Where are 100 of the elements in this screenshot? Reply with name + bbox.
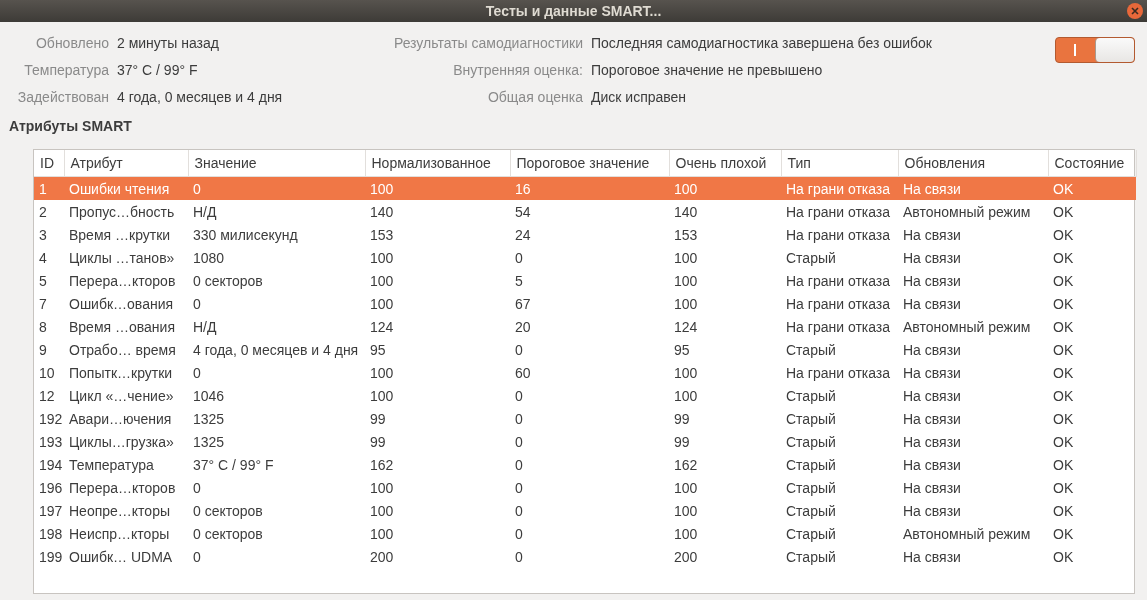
table-cell-text: Старый <box>785 478 837 498</box>
table-cell-text: 0 секторов <box>192 501 264 521</box>
table-cell-text: OK <box>1052 547 1075 567</box>
info-label: Температура <box>23 62 109 79</box>
table-cell: Автономный режим <box>898 200 1048 223</box>
table-cell-text: 5 <box>38 271 48 291</box>
column-header[interactable]: Пороговое значение <box>510 150 669 177</box>
table-cell-text: 0 <box>514 386 524 406</box>
table-cell-text: На связи <box>902 455 962 475</box>
table-cell-text: 99 <box>369 409 387 429</box>
column-header[interactable]: ID <box>34 150 64 177</box>
table-cell-text: 124 <box>369 317 395 337</box>
column-header[interactable]: Атрибут <box>64 150 188 177</box>
table-row[interactable]: 192 Авари…ючения 1325 99 0 99 Старый На связи OK <box>34 407 1136 430</box>
close-button[interactable] <box>1127 3 1143 19</box>
table-row[interactable]: 5 Перера…кторов 0 секторов 100 5 100 На грани отказа На связи OK <box>34 269 1136 292</box>
table-cell-text: 100 <box>673 501 699 521</box>
table-cell: Н/Д <box>188 200 365 223</box>
toggle-switch[interactable] <box>1055 37 1135 63</box>
table-cell-text: 198 <box>38 524 64 544</box>
table-cell-text: На грани отказа <box>785 225 892 245</box>
table-cell: 100 <box>365 176 510 200</box>
table-row[interactable]: 193 Циклы…грузка» 1325 99 0 99 Старый На связи OK <box>34 430 1136 453</box>
table-cell-text: Старый <box>785 547 837 567</box>
table-cell-text: Н/Д <box>192 317 218 337</box>
table-row[interactable]: 3 Время …крутки 330 милисекунд 153 24 153 На грани отказа На связи OK <box>34 223 1136 246</box>
info-label: Обновлено <box>35 35 109 52</box>
table-cell: На грани отказа <box>781 176 898 200</box>
table-cell-text: 100 <box>673 478 699 498</box>
table-row[interactable]: 7 Ошибк…ования 0 100 67 100 На грани отказа На связи OK <box>34 292 1136 315</box>
table-cell: На связи <box>898 176 1048 200</box>
table-cell-text: 1046 <box>192 386 226 406</box>
info-label: Результаты самодиагностики <box>392 35 583 52</box>
table-cell-text: На связи <box>902 363 962 383</box>
table-row[interactable]: 194 Температура 37° C / 99° F 162 0 162 Старый На связи OK <box>34 453 1136 476</box>
table-cell: 0 <box>188 176 365 200</box>
table-cell-text: 193 <box>38 432 64 452</box>
table-cell: Пропус…бность <box>64 200 188 223</box>
table-cell-text: 196 <box>38 478 64 498</box>
column-header[interactable]: Нормализованное <box>365 150 510 177</box>
table-row[interactable]: 10 Попытк…крутки 0 100 60 100 На грани отказа На связи OK <box>34 361 1136 384</box>
table-row[interactable]: 12 Цикл «…чение» 1046 100 0 100 Старый На связи OK <box>34 384 1136 407</box>
table-cell-text: Старый <box>785 455 837 475</box>
table-cell-text: 99 <box>673 432 691 452</box>
table-cell-text: Неиспр…кторы <box>68 524 171 544</box>
table-row[interactable]: 9 Отрабо… время 4 года, 0 месяцев и 4 дня 95 0 95 Старый На связи OK <box>34 338 1136 361</box>
table-cell-text: 100 <box>369 294 395 314</box>
table-cell-text: Цикл «…чение» <box>68 386 175 406</box>
table-cell-text: Ошибк… UDMA <box>68 547 174 567</box>
column-header[interactable]: Обновления <box>898 150 1048 177</box>
info-label: Задействован <box>16 89 109 106</box>
table-cell-text: На связи <box>902 432 962 452</box>
info-label: Внутренняя оценка: <box>452 62 583 79</box>
table-cell-text: Старый <box>785 501 837 521</box>
table-cell-text: 12 <box>38 386 56 406</box>
table-cell-text: 100 <box>369 271 395 291</box>
table-cell-text: 37° C / 99° F <box>192 455 275 475</box>
info-label: Общая оценка <box>486 89 583 106</box>
table-cell-text: OK <box>1052 524 1075 544</box>
table-cell-text: 0 <box>192 294 202 314</box>
section-title: Атрибуты SMART <box>8 117 133 136</box>
table-cell-text: Старый <box>785 432 837 452</box>
table-row[interactable]: 8 Время …ования Н/Д 124 20 124 На грани отказа Автономный режим OK <box>34 315 1136 338</box>
table-row[interactable]: 196 Перера…кторов 0 100 0 100 Старый На связи OK <box>34 476 1136 499</box>
table-cell-text: На связи <box>902 547 962 567</box>
table-cell-text: 9 <box>38 340 48 360</box>
table-cell-text: 200 <box>369 547 395 567</box>
table-cell-text: 4 <box>38 248 48 268</box>
table-cell-text: Время …ования <box>68 317 176 337</box>
table-row[interactable]: 197 Неопре…кторы 0 секторов 100 0 100 Старый На связи OK <box>34 499 1136 522</box>
table-cell: OK <box>1048 176 1136 200</box>
column-header[interactable]: Состояние <box>1048 150 1136 177</box>
table-cell-text: На грани отказа <box>785 271 892 291</box>
table-cell-text: 0 <box>514 524 524 544</box>
table-cell-text: 4 года, 0 месяцев и 4 дня <box>192 340 360 360</box>
table-cell-text: 7 <box>38 294 48 314</box>
info-value: Диск исправен <box>591 89 688 106</box>
table-row[interactable]: 198 Неиспр…кторы 0 секторов 100 0 100 Старый Автономный режим OK <box>34 522 1136 545</box>
column-header[interactable]: Значение <box>188 150 365 177</box>
column-header[interactable]: Тип <box>781 150 898 177</box>
table-cell-text: 0 <box>514 501 524 521</box>
table-cell-text: На связи <box>902 340 962 360</box>
table-row[interactable]: 4 Циклы …танов» 1080 100 0 100 Старый На связи OK <box>34 246 1136 269</box>
table-cell: 140 <box>365 200 510 223</box>
table-cell: 1 <box>34 176 64 200</box>
table-cell-text: 0 <box>514 340 524 360</box>
table-cell-text: OK <box>1052 225 1075 245</box>
table-cell-text: Автономный режим <box>902 524 1032 544</box>
table-cell-text: На грани отказа <box>785 317 892 337</box>
column-header[interactable]: Очень плохой <box>669 150 781 177</box>
table-cell-text: 1325 <box>192 432 226 452</box>
table-cell-text: OK <box>1052 271 1075 291</box>
table-cell-text: 200 <box>673 547 699 567</box>
table-cell-text: 100 <box>369 248 395 268</box>
table-cell-text: 95 <box>369 340 387 360</box>
table-cell-text: Старый <box>785 409 837 429</box>
table-cell-text: 0 секторов <box>192 271 264 291</box>
table-cell-text: 162 <box>673 455 699 475</box>
table-row[interactable]: 199 Ошибк… UDMA 0 200 0 200 Старый На связи OK <box>34 545 1136 568</box>
table-row[interactable]: 2 Пропус…бность Н/Д 140 54 140 На грани отказа Автономный режим OK <box>34 200 1136 223</box>
